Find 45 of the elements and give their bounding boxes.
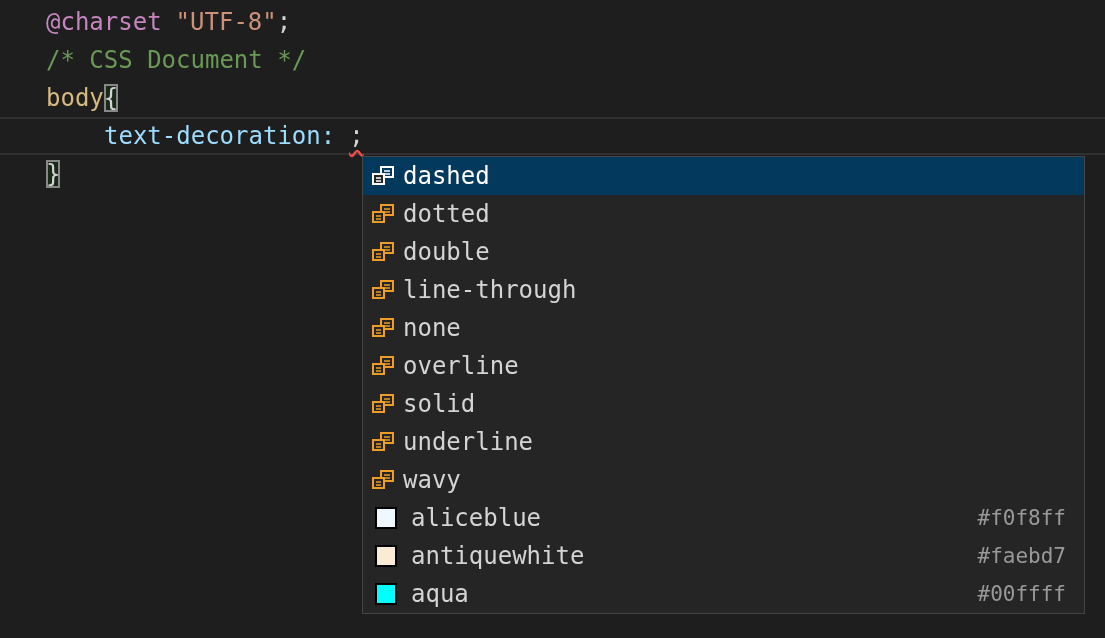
suggestion-item[interactable]: aliceblue #f0f8ff: [363, 499, 1084, 537]
suggestion-item[interactable]: solid: [363, 385, 1084, 423]
suggestion-item[interactable]: dashed: [363, 157, 1084, 195]
suggestion-item[interactable]: aqua #00ffff: [363, 575, 1084, 613]
color-value: #00ffff: [977, 582, 1066, 606]
suggestion-item[interactable]: overline: [363, 347, 1084, 385]
code-comment: /* CSS Document */: [46, 46, 307, 74]
matched-bracket: }: [46, 160, 61, 188]
suggestion-label: aliceblue: [411, 504, 543, 532]
suggestion-label: dotted: [403, 200, 491, 228]
property-name: text-decoration:: [104, 122, 336, 150]
enum-value-icon: [371, 204, 395, 224]
suggestion-label: line-through: [403, 276, 578, 304]
enum-value-icon: [371, 280, 395, 300]
suggestion-item[interactable]: underline: [363, 423, 1084, 461]
selector-name: body: [46, 84, 104, 112]
suggestion-label: overline: [403, 352, 520, 380]
enum-value-icon: [371, 432, 395, 452]
suggestion-label: dashed: [403, 162, 491, 190]
suggestion-item[interactable]: line-through: [363, 271, 1084, 309]
enum-value-icon: [371, 394, 395, 414]
suggestion-item[interactable]: double: [363, 233, 1084, 271]
error-semicolon: ;: [349, 122, 364, 150]
suggestion-label: antiquewhite: [411, 542, 586, 570]
suggestion-item[interactable]: dotted: [363, 195, 1084, 233]
at-rule-keyword: @charset: [46, 8, 162, 36]
enum-value-icon: [371, 242, 395, 262]
matched-bracket: {: [103, 84, 119, 112]
enum-value-icon: [371, 470, 395, 490]
enum-value-icon: [371, 356, 395, 376]
suggestion-label: none: [403, 314, 462, 342]
suggestion-item[interactable]: wavy: [363, 461, 1084, 499]
suggestion-label: double: [403, 238, 491, 266]
color-value: #faebd7: [977, 544, 1066, 568]
suggestion-label: underline: [403, 428, 535, 456]
color-value: #f0f8ff: [977, 506, 1066, 530]
suggestion-label: aqua: [411, 580, 470, 608]
suggestion-label: wavy: [403, 466, 462, 494]
suggestion-item[interactable]: antiquewhite #faebd7: [363, 537, 1084, 575]
suggestion-item[interactable]: none: [363, 309, 1084, 347]
suggestion-label: solid: [403, 390, 477, 418]
enum-value-icon: [371, 166, 395, 186]
string-literal: "UTF-8": [175, 8, 277, 36]
enum-value-icon: [371, 318, 395, 338]
semicolon: ;: [276, 8, 292, 36]
